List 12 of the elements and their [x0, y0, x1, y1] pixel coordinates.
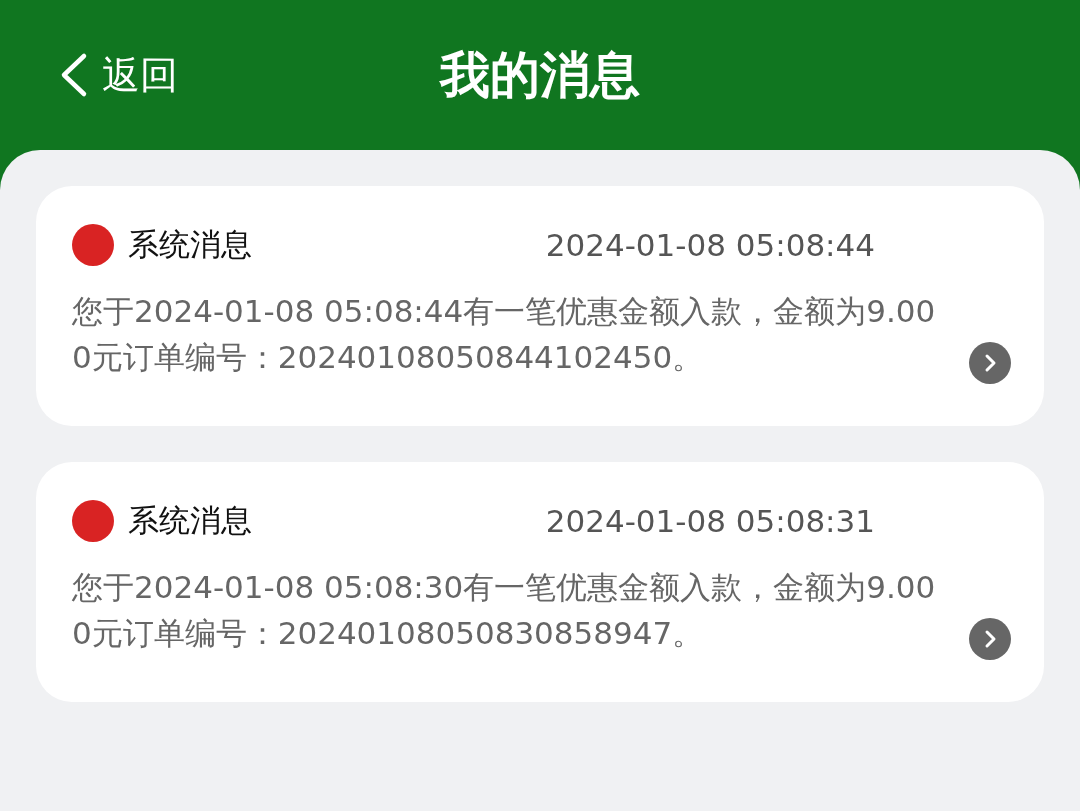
message-time: 2024-01-08 05:08:31	[545, 503, 875, 539]
chevron-right-icon[interactable]	[969, 618, 1011, 660]
message-text: 您于2024-01-08 05:08:30有一笔优惠金额入款，金额为9.000元订单编号：20240108050830858947。	[72, 568, 937, 653]
chevron-right-icon[interactable]	[969, 342, 1011, 384]
message-title: 系统消息	[128, 225, 253, 264]
message-text: 您于2024-01-08 05:08:44有一笔优惠金额入款，金额为9.000元订单编号：20240108050844102450。	[72, 292, 937, 377]
back-button[interactable]: 返回	[56, 49, 178, 101]
message-title: 系统消息	[128, 501, 253, 540]
message-card[interactable]: 系统消息 2024-01-08 05:08:31 您于2024-01-08 05:08:30有一笔优惠金额入款，金额为9.000元订单编号：20240108050830858947。	[36, 462, 1044, 702]
message-time: 2024-01-08 05:08:44	[545, 227, 875, 263]
message-card[interactable]: 系统消息 2024-01-08 05:08:44 您于2024-01-08 05:08:44有一笔优惠金额入款，金额为9.000元订单编号：20240108050844102450。	[36, 186, 1044, 426]
page-title: 我的消息	[440, 45, 640, 104]
